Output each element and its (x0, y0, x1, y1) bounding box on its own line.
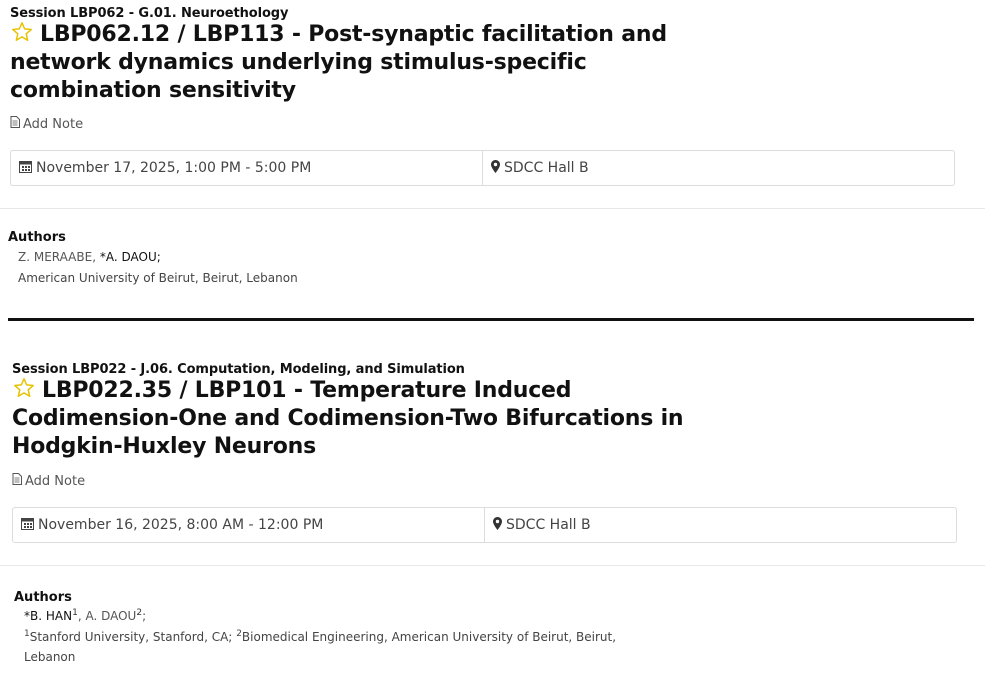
location-text: SDCC Hall B (504, 160, 589, 176)
entry-separator (8, 318, 974, 321)
star-icon[interactable] (10, 21, 34, 43)
author-name: A. DAOU (85, 609, 137, 623)
session-info-box: November 16, 2025, 8:00 AM - 12:00 PM SD… (12, 507, 957, 543)
location-cell: SDCC Hall B (485, 508, 591, 542)
affiliation: American University of Beirut, Beirut, L… (18, 271, 298, 285)
author-name: *B. HAN (24, 609, 73, 623)
session-info-box: November 17, 2025, 1:00 PM - 5:00 PM SDC… (10, 150, 955, 186)
authors-heading: Authors (14, 590, 72, 605)
datetime-text: November 16, 2025, 8:00 AM - 12:00 PM (38, 517, 324, 533)
title-text: LBP022.35 / LBP101 - Temperature Induced… (12, 378, 684, 459)
datetime-cell: November 17, 2025, 1:00 PM - 5:00 PM (11, 151, 483, 185)
divider (0, 565, 985, 566)
authors-heading: Authors (8, 230, 66, 245)
session-label: Session LBP022 - J.06. Computation, Mode… (12, 362, 465, 377)
add-note-label: Add Note (23, 116, 84, 132)
presentation-entry-2: Session LBP022 - J.06. Computation, Mode… (0, 356, 985, 684)
presentation-title: LBP062.12 / LBP113 - Post-synaptic facil… (10, 21, 690, 105)
author-name: *A. DAOU; (99, 250, 161, 264)
authors-list: *B. HAN1, A. DAOU2; (24, 608, 147, 624)
affiliations: 1Stanford University, Stanford, CA; 2Bio… (24, 627, 664, 667)
datetime-text: November 17, 2025, 1:00 PM - 5:00 PM (36, 160, 312, 176)
authors-list: Z. MERAABE, *A. DAOU; (18, 250, 161, 264)
datetime-cell: November 16, 2025, 8:00 AM - 12:00 PM (13, 508, 485, 542)
map-marker-icon (493, 516, 506, 534)
title-text: LBP062.12 / LBP113 - Post-synaptic facil… (10, 22, 667, 103)
calendar-icon (19, 160, 36, 177)
session-label: Session LBP062 - G.01. Neuroethology (10, 6, 289, 21)
location-text: SDCC Hall B (506, 517, 591, 533)
add-note-label: Add Note (25, 473, 86, 489)
map-marker-icon (491, 159, 504, 177)
note-icon (10, 116, 20, 132)
calendar-icon (21, 517, 38, 534)
author-name: Z. MERAABE, (18, 250, 97, 264)
add-note-button[interactable]: Add Note (12, 473, 85, 489)
add-note-button[interactable]: Add Note (10, 116, 83, 132)
presentation-title: LBP022.35 / LBP101 - Temperature Induced… (12, 377, 692, 461)
note-icon (12, 473, 22, 489)
presentation-entry-1: Session LBP062 - G.01. Neuroethology LBP… (0, 0, 985, 320)
divider (0, 208, 985, 209)
affiliation-text: Stanford University, Stanford, CA; (29, 630, 233, 644)
location-cell: SDCC Hall B (483, 151, 589, 185)
star-icon[interactable] (12, 377, 36, 399)
